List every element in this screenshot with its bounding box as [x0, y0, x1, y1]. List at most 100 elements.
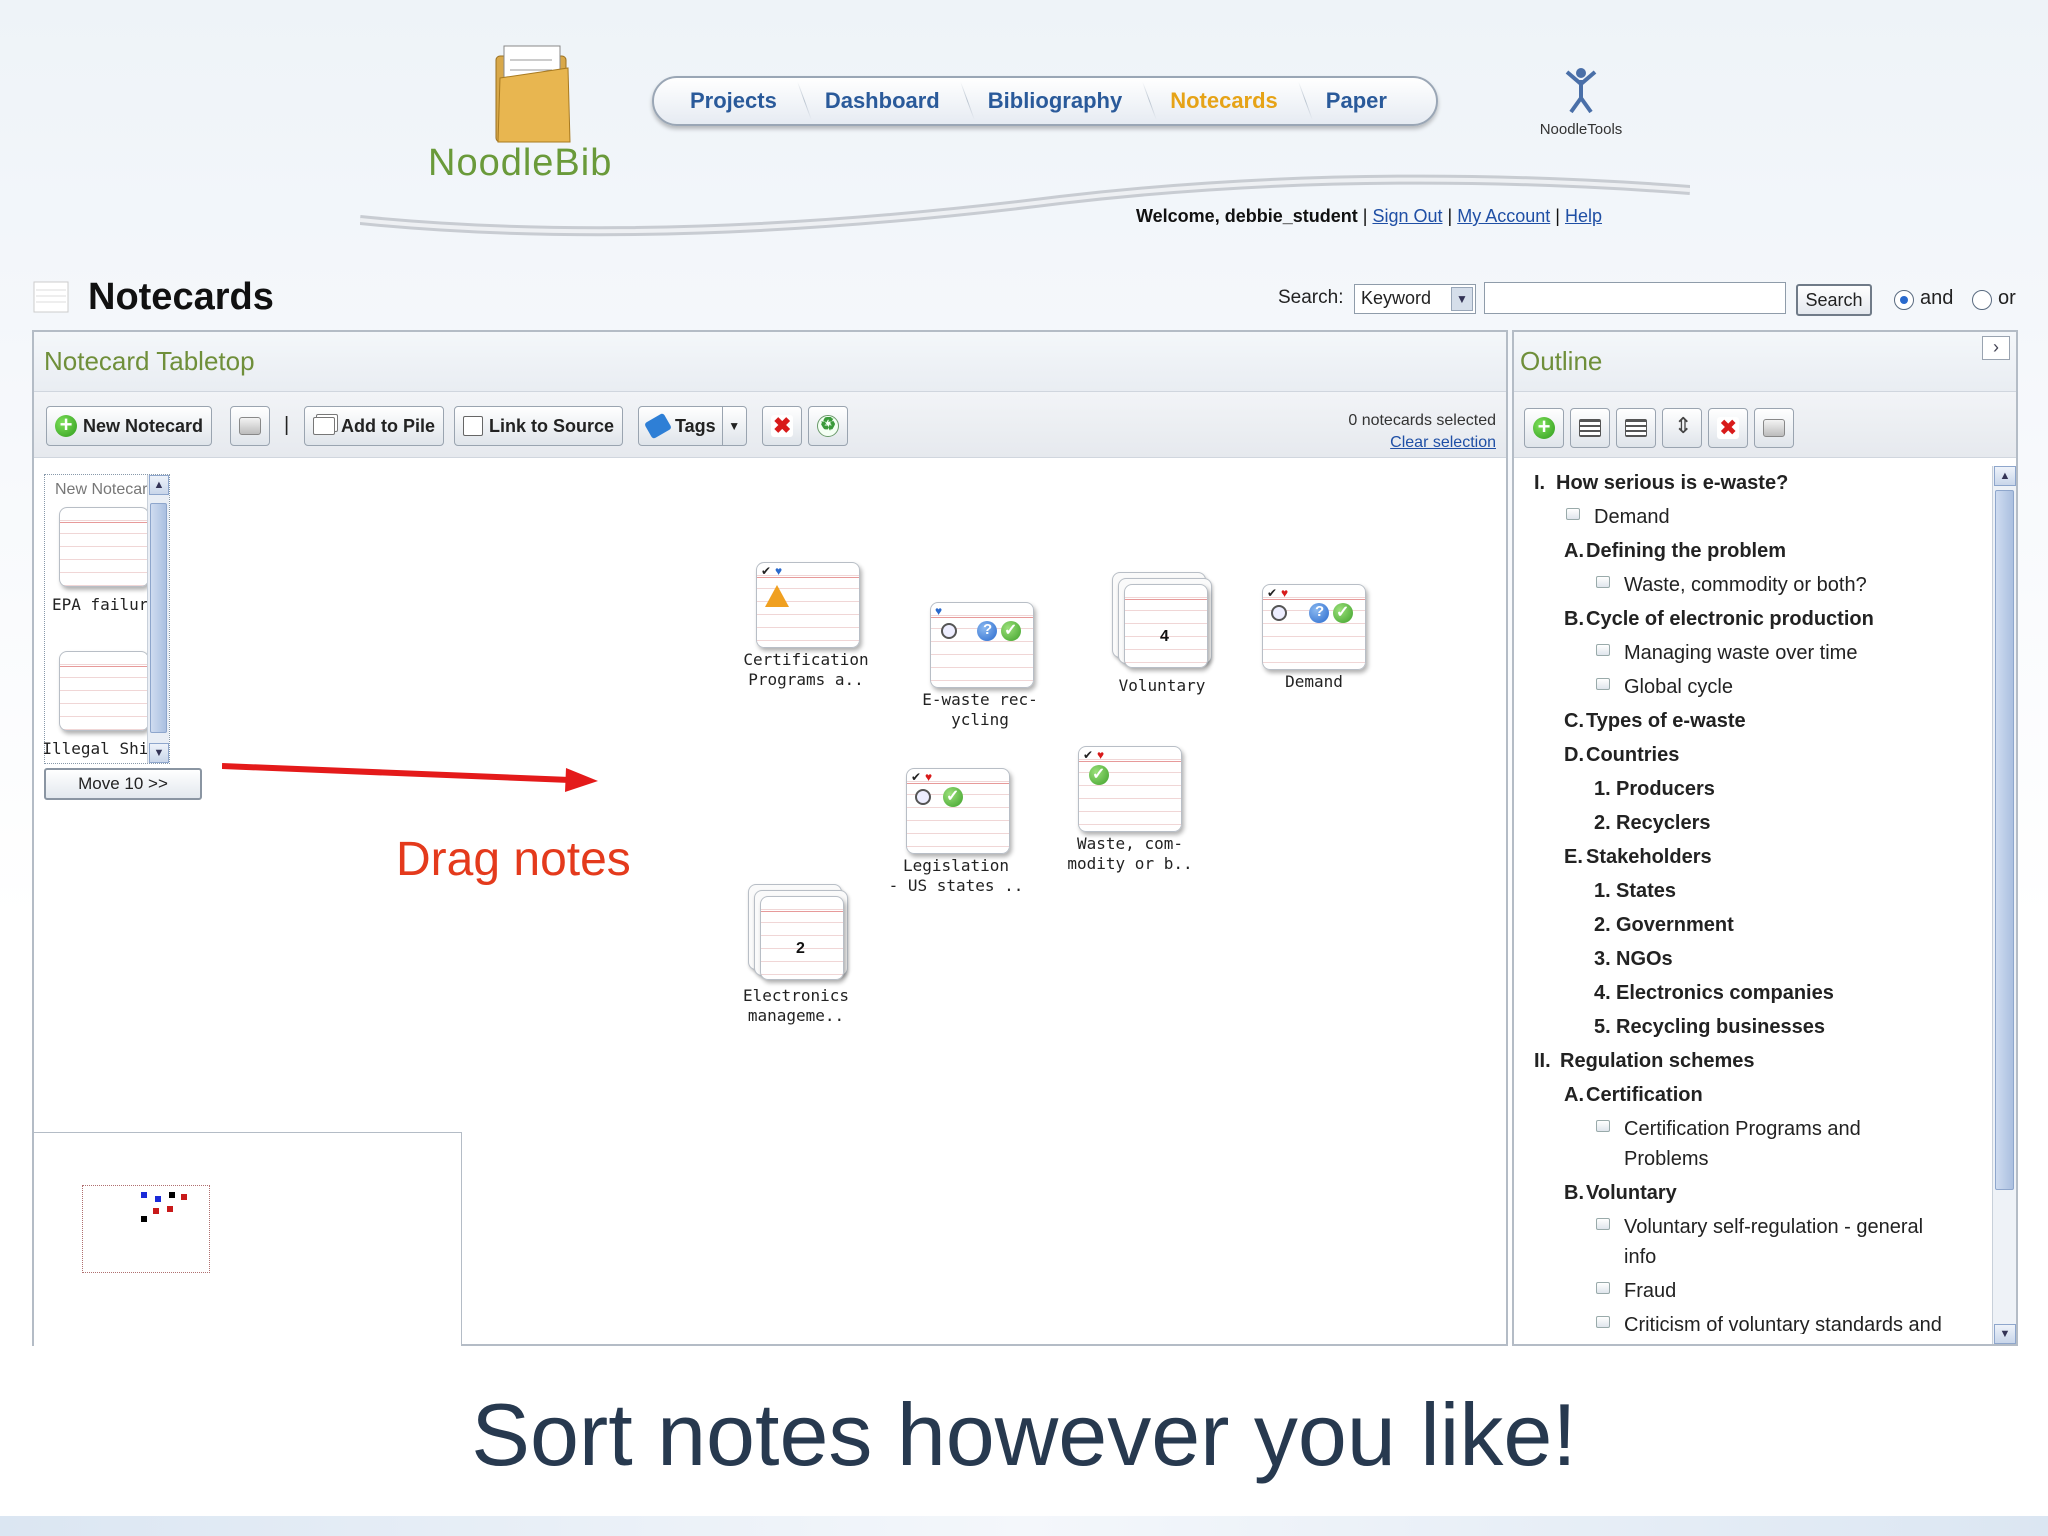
outline-heading[interactable]: II. Regulation schemes	[1534, 1046, 1755, 1076]
add-to-pile-button[interactable]: Add to Pile	[304, 406, 444, 446]
outline-toolbar	[1514, 392, 2016, 458]
outdent-button[interactable]	[1570, 408, 1610, 448]
source-link-icon	[463, 416, 483, 436]
outline-notecard[interactable]: Criticism of voluntary standards and	[1596, 1310, 1942, 1334]
notecard-label: Waste, com-	[1077, 834, 1183, 853]
outline-heading[interactable]: C. Types of e-waste	[1564, 706, 1746, 736]
collapse-panel-button[interactable]: ›	[1982, 336, 2010, 360]
outline-heading[interactable]: 1. Producers	[1594, 774, 1715, 804]
search-type-select[interactable]: Keyword ▼	[1354, 284, 1476, 314]
delete-outline-item-button[interactable]	[1708, 408, 1748, 448]
scroll-up-icon[interactable]: ▲	[149, 475, 169, 495]
tags-button[interactable]: Tags ▼	[638, 406, 747, 446]
nav-dashboard[interactable]: Dashboard	[801, 78, 964, 124]
nav-paper[interactable]: Paper	[1302, 78, 1411, 124]
outline-heading[interactable]: 5. Recycling businesses	[1594, 1012, 1825, 1042]
new-notecard-button[interactable]: New Notecard	[46, 406, 213, 446]
recycle-button[interactable]	[808, 406, 848, 446]
notecard-demand[interactable]: ✔ ♥	[1262, 584, 1366, 670]
notecard-label: - US states ..	[888, 876, 1024, 895]
page-title: Notecards	[88, 276, 274, 318]
help-link[interactable]: Help	[1565, 206, 1602, 226]
add-outline-item-button[interactable]	[1524, 408, 1564, 448]
tabletop-overview-map[interactable]	[34, 1132, 462, 1346]
indent-button[interactable]	[1616, 408, 1656, 448]
noodletools-logo[interactable]: NoodleTools	[1526, 66, 1636, 146]
notecard-checkbox-icon[interactable]	[1566, 508, 1580, 520]
print-outline-button[interactable]	[1754, 408, 1794, 448]
notecard-checkbox-icon[interactable]	[1596, 1218, 1610, 1230]
outline-scrollbar[interactable]: ▲ ▼	[1992, 466, 2016, 1344]
map-marker	[169, 1192, 175, 1198]
notecard-e-waste-recycling[interactable]: ♥	[930, 602, 1034, 688]
scrollbar-thumb[interactable]	[1995, 490, 2014, 1190]
notecard-checkbox-icon[interactable]	[1596, 644, 1610, 656]
rail-scrollbar[interactable]: ▲ ▼	[147, 475, 169, 763]
chevron-down-icon[interactable]: ▼	[1451, 287, 1473, 311]
search-input[interactable]	[1484, 282, 1786, 314]
outline-heading[interactable]: 1. States	[1594, 876, 1676, 906]
map-marker	[141, 1192, 147, 1198]
scroll-down-icon[interactable]: ▼	[149, 743, 169, 763]
sign-out-link[interactable]: Sign Out	[1372, 206, 1442, 226]
my-account-link[interactable]: My Account	[1457, 206, 1550, 226]
noodletools-figure-icon	[1565, 68, 1597, 114]
outline-item-text: States	[1616, 880, 1677, 902]
notecard-epa-failure[interactable]	[59, 507, 149, 587]
outline-notecard[interactable]: Fraud	[1596, 1276, 1676, 1306]
print-button[interactable]	[230, 406, 270, 446]
scroll-up-icon[interactable]: ▲	[1994, 466, 2016, 486]
overview-viewport[interactable]	[82, 1185, 210, 1273]
notecard-legislation[interactable]: ✔ ♥	[906, 768, 1010, 854]
outline-notecard[interactable]: Managing waste over time	[1596, 638, 1857, 668]
question-icon	[977, 621, 997, 641]
chevron-down-icon[interactable]: ▼	[721, 407, 746, 445]
slide-caption: Sort notes however you like!	[471, 1385, 1577, 1484]
outline-notecard[interactable]: Waste, commodity or both?	[1596, 570, 1867, 600]
outline-item-text-cont: Problems	[1624, 1148, 1709, 1170]
nav-notecards[interactable]: Notecards	[1146, 78, 1302, 124]
nav-projects[interactable]: Projects	[666, 78, 801, 124]
scroll-down-icon[interactable]: ▼	[1994, 1324, 2016, 1344]
outline-heading[interactable]: 3. NGOs	[1594, 944, 1673, 974]
radio-or[interactable]	[1972, 290, 1992, 310]
outline-heading[interactable]: 4. Electronics companies	[1594, 978, 1834, 1008]
outline-heading[interactable]: E. Stakeholders	[1564, 842, 1712, 872]
outline-notecard[interactable]: Certification Programs and	[1596, 1114, 1861, 1144]
outline-heading[interactable]: 2. Government	[1594, 910, 1734, 940]
map-marker	[155, 1196, 161, 1202]
move-10-button[interactable]: Move 10 >>	[44, 768, 202, 800]
notecard-checkbox-icon[interactable]	[1596, 576, 1610, 588]
scrollbar-thumb[interactable]	[150, 503, 167, 733]
outline-heading[interactable]: A. Defining the problem	[1564, 536, 1786, 566]
outline-panel: Outline › I. How serious is e-waste? Deman…	[1512, 330, 2018, 1346]
radio-and[interactable]	[1894, 290, 1914, 310]
outline-heading[interactable]: D. Countries	[1564, 740, 1679, 770]
notecard-illegal-ship[interactable]	[59, 651, 149, 731]
notecard-checkbox-icon[interactable]	[1596, 1282, 1610, 1294]
delete-button[interactable]	[762, 406, 802, 446]
outline-notecard[interactable]: Voluntary self-regulation - general	[1596, 1212, 1923, 1242]
outline-heading[interactable]: B. Voluntary	[1564, 1178, 1677, 1208]
outline-heading[interactable]: 2. Recyclers	[1594, 808, 1711, 838]
heart-flag-icon: ♥	[925, 770, 933, 784]
radio-and-label: and	[1920, 287, 1954, 309]
outline-heading[interactable]: I. How serious is e-waste?	[1534, 468, 1788, 498]
search-button[interactable]: Search	[1796, 284, 1872, 316]
notecard-waste-commodity[interactable]: ✔ ♥	[1078, 746, 1182, 832]
link-to-source-button[interactable]: Link to Source	[454, 406, 624, 446]
notecard-certification-programs[interactable]: ✔ ♥	[756, 562, 860, 648]
clear-selection-link[interactable]: Clear selection	[1348, 432, 1496, 454]
plus-icon	[1533, 414, 1555, 440]
welcome-prefix: Welcome,	[1136, 206, 1220, 226]
outline-notecard[interactable]: Global cycle	[1596, 672, 1733, 702]
nav-bibliography[interactable]: Bibliography	[964, 78, 1146, 124]
outline-notecard[interactable]: Demand	[1566, 502, 1670, 532]
outline-heading[interactable]: A. Certification	[1564, 1080, 1703, 1110]
move-up-down-button[interactable]	[1662, 408, 1702, 448]
notecard-checkbox-icon[interactable]	[1596, 1316, 1610, 1328]
link-to-source-label: Link to Source	[489, 415, 615, 436]
notecard-checkbox-icon[interactable]	[1596, 678, 1610, 690]
notecard-checkbox-icon[interactable]	[1596, 1120, 1610, 1132]
outline-heading[interactable]: B. Cycle of electronic production	[1564, 604, 1874, 634]
